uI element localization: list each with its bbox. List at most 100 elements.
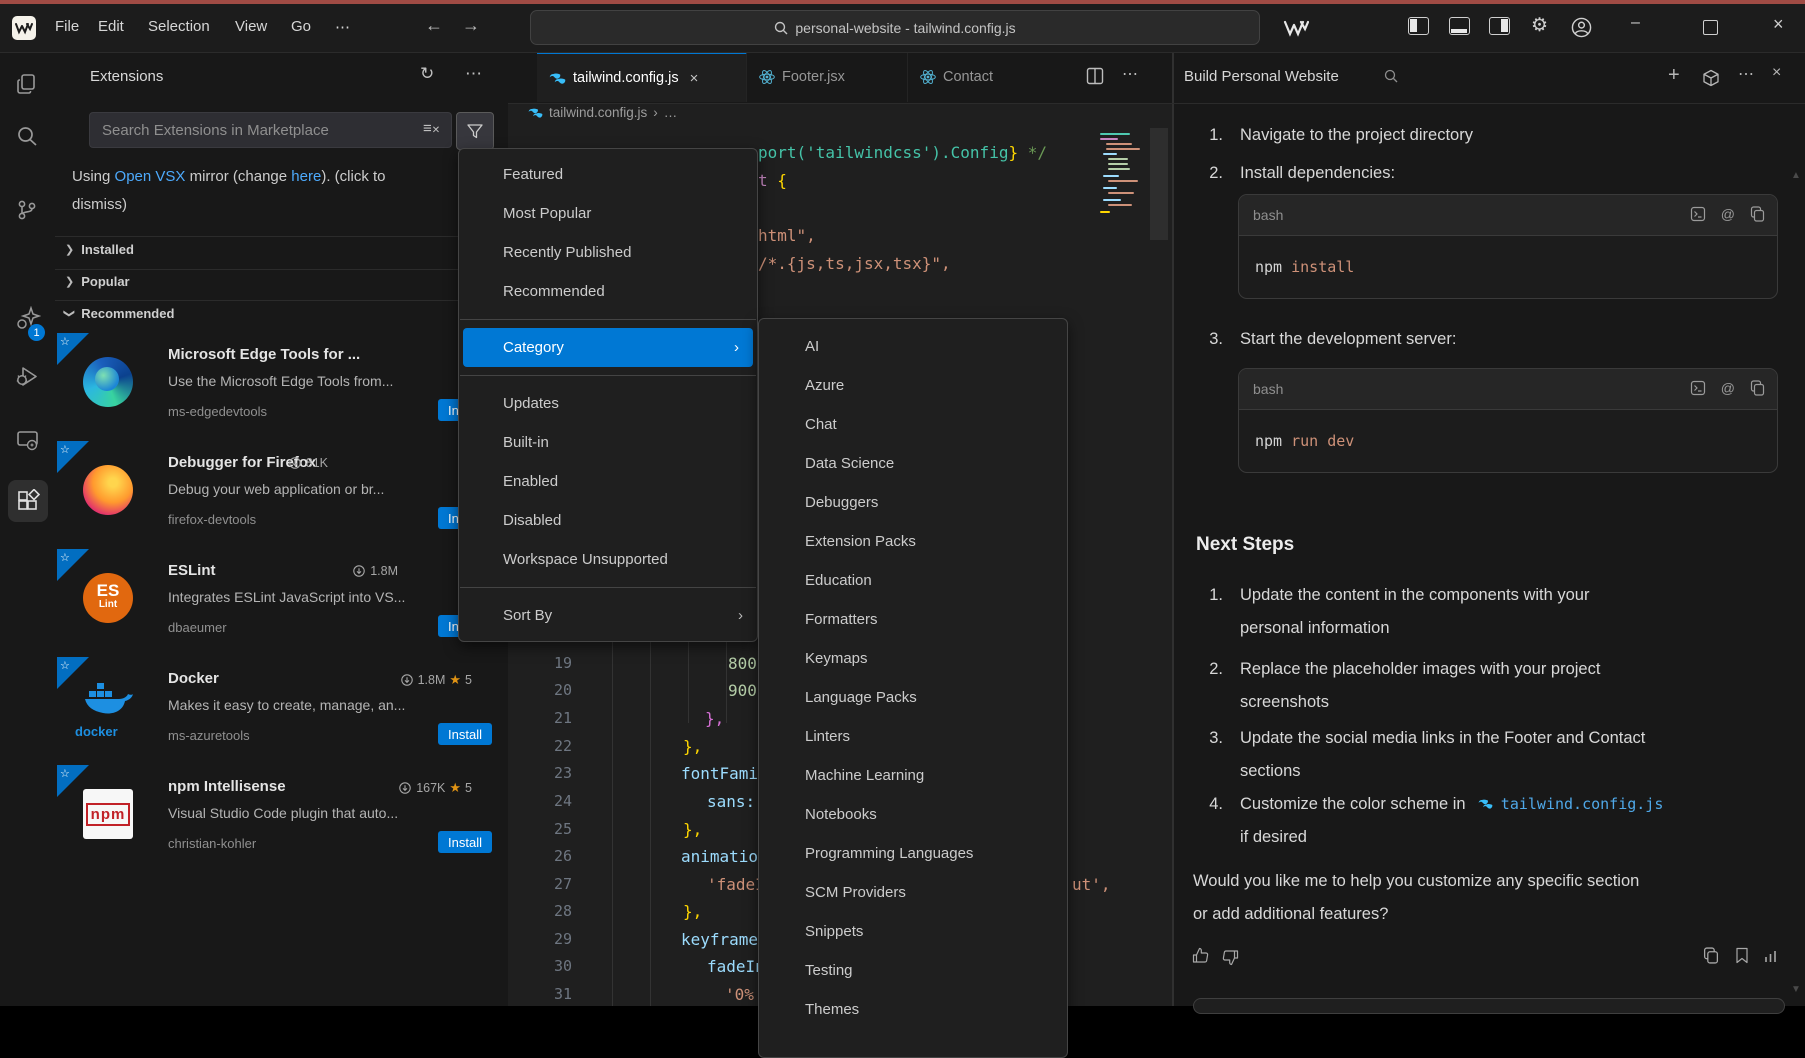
extension-row-docker[interactable]: ☆ docker Docker 1.8M ★ 5 Makes it easy t… (55, 657, 508, 761)
extension-row-eslint[interactable]: ☆ ES Lint ESLint 1.8M Integrates ESLint … (55, 549, 508, 653)
package-cube-icon[interactable] (1702, 69, 1720, 87)
scroll-up-hint-icon[interactable]: ▲ (1791, 170, 1801, 181)
filter-button[interactable] (456, 112, 494, 150)
menu-file[interactable]: File (55, 18, 79, 35)
refresh-icon[interactable]: ↻ (420, 64, 434, 84)
command-center-text: personal-website - tailwind.config.js (795, 20, 1015, 36)
window-maximize-button[interactable] (1703, 20, 1718, 35)
menu-item-category[interactable]: Category› (463, 328, 753, 367)
command-center-search[interactable]: personal-website - tailwind.config.js (530, 10, 1260, 45)
breadcrumb[interactable]: tailwind.config.js › … (528, 105, 677, 120)
close-tab-icon[interactable]: × (690, 70, 699, 87)
filter-lines-icon[interactable]: ≡✕ (423, 120, 440, 137)
run-debug-icon[interactable] (15, 364, 40, 389)
explorer-icon[interactable] (15, 72, 39, 96)
search-icon[interactable] (15, 124, 39, 148)
install-button[interactable]: Install (438, 723, 492, 745)
window-minimize-button[interactable]: – (1631, 14, 1640, 32)
editor-more-actions-icon[interactable]: ⋯ (1122, 64, 1138, 84)
toggle-panel-icon[interactable] (1449, 17, 1470, 35)
extension-row-firefox-debugger[interactable]: ☆ Debugger for Firefox 81K Debug your we… (55, 441, 508, 545)
bookmark-icon[interactable] (1735, 947, 1749, 964)
submenu-item-snippets[interactable]: Snippets (759, 912, 1067, 951)
nav-forward-icon[interactable]: → (462, 15, 480, 36)
extension-row-npm-intellisense[interactable]: ☆ npm npm Intellisense 167K ★ 5 Visual S… (55, 765, 508, 869)
source-control-icon[interactable] (15, 198, 39, 222)
section-recommended[interactable]: ❯Recommended (65, 306, 174, 321)
chat-more-icon[interactable]: ⋯ (1738, 64, 1754, 84)
chat-input-box[interactable] (1193, 998, 1785, 1014)
scroll-down-hint-icon[interactable]: ▼ (1791, 984, 1801, 995)
submenu-item-formatters[interactable]: Formatters (759, 600, 1067, 639)
menu-go[interactable]: Go (291, 18, 311, 35)
minimap[interactable] (1100, 133, 1148, 218)
submenu-item-testing[interactable]: Testing (759, 951, 1067, 990)
section-popular[interactable]: ❯Popular (65, 274, 130, 289)
split-editor-icon[interactable] (1086, 67, 1104, 85)
menu-more[interactable]: ⋯ (335, 18, 350, 36)
submenu-item-data-science[interactable]: Data Science (759, 444, 1067, 483)
menu-item-built-in[interactable]: Built-in (459, 423, 757, 462)
install-button[interactable]: Install (438, 831, 492, 853)
thumbs-up-icon[interactable] (1192, 947, 1209, 964)
inline-code-tailwind-config[interactable]: tailwind.config.js (1501, 795, 1664, 813)
submenu-item-programming-languages[interactable]: Programming Languages (759, 834, 1067, 873)
submenu-item-azure[interactable]: Azure (759, 366, 1067, 405)
new-chat-plus-icon[interactable]: + (1668, 64, 1680, 87)
chat-close-icon[interactable]: × (1772, 64, 1781, 82)
mention-icon[interactable]: @ (1721, 206, 1735, 222)
menu-item-recently-published[interactable]: Recently Published (459, 233, 757, 272)
run-in-terminal-icon[interactable] (1690, 206, 1706, 222)
stats-bars-icon[interactable] (1763, 948, 1778, 963)
submenu-item-notebooks[interactable]: Notebooks (759, 795, 1067, 834)
remote-explorer-icon[interactable] (15, 428, 40, 453)
submenu-item-extension-packs[interactable]: Extension Packs (759, 522, 1067, 561)
here-link[interactable]: here (291, 168, 321, 185)
mention-icon[interactable]: @ (1721, 380, 1735, 396)
minimap-slider[interactable] (1150, 128, 1168, 240)
submenu-item-debuggers[interactable]: Debuggers (759, 483, 1067, 522)
menu-item-updates[interactable]: Updates (459, 384, 757, 423)
submenu-item-education[interactable]: Education (759, 561, 1067, 600)
submenu-item-language-packs[interactable]: Language Packs (759, 678, 1067, 717)
search-conversation-icon[interactable] (1384, 69, 1398, 83)
submenu-item-machine-learning[interactable]: Machine Learning (759, 756, 1067, 795)
submenu-item-themes[interactable]: Themes (759, 990, 1067, 1029)
section-installed[interactable]: ❯Installed (65, 242, 134, 257)
menu-view[interactable]: View (235, 18, 267, 35)
run-in-terminal-icon[interactable] (1690, 380, 1706, 396)
menu-item-featured[interactable]: Featured (459, 155, 757, 194)
extension-row-edge-tools[interactable]: ☆ Microsoft Edge Tools for ... Use the M… (55, 333, 508, 437)
submenu-item-scm-providers[interactable]: SCM Providers (759, 873, 1067, 912)
tab-contact[interactable]: Contact (908, 52, 1078, 102)
menu-item-sort-by[interactable]: Sort By› (459, 596, 757, 635)
submenu-item-chat[interactable]: Chat (759, 405, 1067, 444)
panel-more-icon[interactable]: ⋯ (465, 64, 482, 84)
menu-item-workspace-unsupported[interactable]: Workspace Unsupported (459, 540, 757, 579)
nav-back-icon[interactable]: ← (425, 15, 443, 36)
menu-item-most-popular[interactable]: Most Popular (459, 194, 757, 233)
extensions-icon[interactable] (16, 489, 40, 513)
settings-gear-icon[interactable]: ⚙ (1531, 14, 1548, 37)
submenu-item-linters[interactable]: Linters (759, 717, 1067, 756)
submenu-item-keymaps[interactable]: Keymaps (759, 639, 1067, 678)
menu-item-recommended[interactable]: Recommended (459, 272, 757, 311)
copy-message-icon[interactable] (1703, 947, 1719, 964)
menu-item-disabled[interactable]: Disabled (459, 501, 757, 540)
toggle-primary-sidebar-icon[interactable] (1408, 17, 1429, 35)
copy-icon[interactable] (1750, 380, 1765, 396)
toggle-secondary-sidebar-icon[interactable] (1489, 17, 1510, 35)
submenu-item-ai[interactable]: AI (759, 327, 1067, 366)
window-close-button[interactable]: × (1773, 14, 1784, 35)
tab-footer-jsx[interactable]: Footer.jsx (747, 52, 908, 102)
menu-selection[interactable]: Selection (148, 18, 210, 35)
openvsx-link[interactable]: Open VSX (115, 168, 186, 185)
account-icon[interactable] (1571, 17, 1592, 38)
search-input[interactable] (89, 112, 452, 148)
tab-tailwind-config[interactable]: tailwind.config.js × (537, 52, 747, 102)
tab-label: Contact (943, 69, 993, 85)
copy-icon[interactable] (1750, 206, 1765, 222)
menu-item-enabled[interactable]: Enabled (459, 462, 757, 501)
thumbs-down-icon[interactable] (1222, 949, 1239, 966)
menu-edit[interactable]: Edit (98, 18, 124, 35)
